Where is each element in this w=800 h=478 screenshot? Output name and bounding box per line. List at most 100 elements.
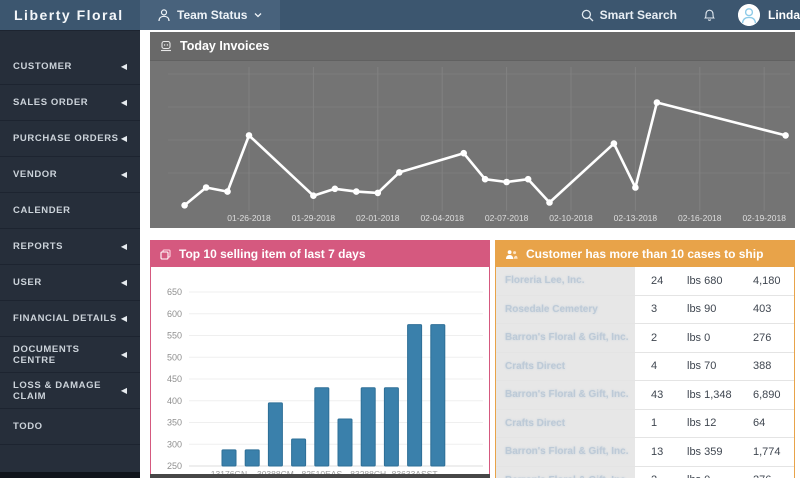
notifications-button[interactable] (703, 8, 716, 22)
line-point-01-24-2018[interactable] (202, 184, 210, 191)
bar-item-7[interactable] (360, 387, 376, 467)
bar-item-2[interactable] (244, 449, 260, 467)
customer-name-cell: Barron's Floral & Gift, Inc. (496, 324, 635, 352)
sidebar-item-todo[interactable]: TODO (0, 409, 140, 445)
caret-left-icon: ◀ (120, 133, 127, 143)
sidebar-item-label: SALES ORDER (13, 97, 89, 108)
invoices-line-chart: 01-26-2018 01-29-2018 02-01-2018 02-04-2018… (168, 67, 790, 223)
line-point-01-23-2018[interactable] (181, 202, 188, 209)
panel-title: Top 10 selling item of last 7 days (179, 247, 366, 261)
customer-name-cell: Barron's Floral & Gift, Inc. (496, 381, 635, 409)
ship-table: Floreria Lee, Inc. 24 lbs 680 4,180 Rosedale… (496, 267, 794, 478)
sidebar-item-calender[interactable]: CALENDER (0, 193, 140, 229)
table-row[interactable]: Crafts Direct 1 lbs 12 64 (496, 409, 794, 438)
bar-item-1[interactable] (221, 449, 237, 467)
table-row[interactable]: Barron's Floral & Gift, Inc.2lbs 0276 (496, 324, 794, 353)
line-point-02-05-2018[interactable] (460, 149, 468, 157)
line-point-02-14-2018[interactable] (653, 99, 661, 106)
table-row[interactable]: Crafts Direct 4 lbs 70 388 (496, 352, 794, 381)
panel-ship-header: Customer has more than 10 cases to ship (496, 241, 794, 267)
y-axis-tick-label: 600 (167, 309, 182, 319)
bar-item-9[interactable] (407, 324, 423, 467)
user-icon (158, 8, 170, 22)
line-point-02-12-2018[interactable] (610, 140, 618, 147)
avatar[interactable] (738, 4, 760, 26)
panel-today-invoices: Today Invoices 01-26-2018 01-29-2018 02-01… (150, 32, 795, 228)
lbs-cell: lbs 680 (687, 274, 723, 287)
sidebar-item-loss-damage-claim[interactable]: LOSS & DAMAGE CLAIM ◀ (0, 373, 140, 409)
line-point-02-07-2018[interactable] (503, 178, 510, 186)
table-row[interactable]: Barron's Floral & Gift, Inc. 13 lbs 359 1,7… (496, 438, 794, 467)
table-row[interactable]: Barron's Floral & Gift, Inc.2lbs 0276 (496, 466, 794, 478)
sidebar-item-user[interactable]: USER ◀ (0, 265, 140, 301)
line-point-01-31-2018[interactable] (353, 188, 360, 195)
y-axis-tick-label: 350 (167, 418, 182, 428)
cases-cell: 13 (651, 445, 664, 458)
line-point-02-20-2018[interactable] (782, 132, 789, 139)
total-cell: 4,180 (753, 274, 781, 287)
bar-item-5[interactable] (314, 387, 330, 467)
horizontal-scrollbar[interactable] (150, 474, 490, 478)
line-point-02-08-2018[interactable] (524, 175, 532, 183)
line-point-02-01-2018[interactable] (374, 189, 382, 197)
team-status-menu[interactable]: Team Status (140, 0, 281, 30)
x-axis-tick-label: 02-04-2018 (420, 213, 464, 223)
line-point-01-30-2018[interactable] (331, 185, 339, 193)
caret-left-icon: ◀ (120, 277, 127, 287)
panel-today-invoices-header: Today Invoices (150, 32, 795, 61)
lbs-cell: lbs 0 (687, 331, 711, 344)
sidebar-item-customer[interactable]: CUSTOMER ◀ (0, 49, 140, 85)
users-icon (505, 249, 518, 260)
total-cell: 388 (753, 360, 772, 373)
sidebar-item-documents-centre[interactable]: DOCUMENTS CENTRE ◀ (0, 337, 140, 373)
bar-item-3[interactable] (267, 402, 283, 467)
line-point-01-25-2018[interactable] (224, 188, 231, 195)
sidebar-item-label: REPORTS (13, 241, 64, 252)
cases-cell: 2 (635, 467, 687, 478)
sidebar-item-sales-order[interactable]: SALES ORDER ◀ (0, 85, 140, 121)
caret-left-icon: ◀ (120, 313, 127, 323)
table-row[interactable]: Floreria Lee, Inc. 24 lbs 680 4,180 (496, 267, 794, 296)
sidebar-item-reports[interactable]: REPORTS ◀ (0, 229, 140, 265)
table-row[interactable]: Barron's Floral & Gift, Inc. 43 lbs 1,348 6… (496, 381, 794, 410)
line-point-02-06-2018[interactable] (481, 175, 489, 183)
bar-item-4[interactable] (291, 438, 307, 467)
x-axis-tick-label: 01-29-2018 (292, 213, 336, 223)
cases-cell: 43 (651, 388, 664, 401)
sidebar-item-financial-details[interactable]: FINANCIAL DETAILS ◀ (0, 301, 140, 337)
table-row[interactable]: Rosedale Cemetery 3 lbs 90 403 (496, 295, 794, 324)
sidebar-item-purchase-orders[interactable]: PURCHASE ORDERS ◀ (0, 121, 140, 157)
total-cell: 6,890 (753, 388, 781, 401)
y-axis-tick-label: 450 (167, 374, 182, 384)
dashboard-page: Liberty Floral Team Status Smart Search (0, 0, 800, 478)
panel-top10-items: Top 10 selling item of last 7 days 650 60… (150, 240, 490, 478)
sidebar-footer-strip (0, 472, 140, 478)
bar-item-8[interactable] (383, 387, 399, 467)
top10-bar-chart: 65060055050045040035030025013176GN30388C… (167, 287, 483, 478)
sidebar-item-vendor[interactable]: VENDOR ◀ (0, 157, 140, 193)
sidebar-item-label: PURCHASE ORDERS (13, 133, 119, 144)
customer-name-cell: Barron's Floral & Gift, Inc. (496, 466, 635, 478)
line-point-01-29-2018[interactable] (310, 192, 317, 199)
line-point-01-26-2018[interactable] (245, 132, 253, 139)
line-point-02-09-2018[interactable] (546, 199, 553, 206)
username-label[interactable]: Linda (768, 8, 800, 22)
smart-search[interactable]: Smart Search (581, 8, 677, 22)
lbs-cell: lbs 0 (687, 467, 753, 478)
line-point-02-13-2018[interactable] (632, 184, 639, 191)
smart-search-label: Smart Search (599, 8, 677, 22)
panel-top10-header: Top 10 selling item of last 7 days (151, 241, 489, 267)
customer-name-cell: Crafts Direct (496, 409, 635, 437)
lbs-cell: lbs 70 (687, 360, 717, 373)
sidebar-item-label: LOSS & DAMAGE CLAIM (13, 379, 102, 402)
cases-cell: 4 (651, 360, 658, 373)
line-point-02-02-2018[interactable] (396, 169, 403, 176)
team-status-label: Team Status (177, 8, 248, 22)
y-axis-tick-label: 500 (167, 352, 182, 362)
top-navbar: Liberty Floral Team Status Smart Search (0, 0, 800, 30)
bar-item-6[interactable] (337, 418, 353, 467)
x-axis-tick-label: 02-13-2018 (614, 213, 658, 223)
bar-item-10[interactable] (430, 324, 446, 467)
main-content: Today Invoices 01-26-2018 01-29-2018 02-01… (140, 30, 800, 478)
sidebar-nav: CUSTOMER ◀ SALES ORDER ◀ PURCHASE ORDERS ◀ VEN… (0, 30, 140, 478)
